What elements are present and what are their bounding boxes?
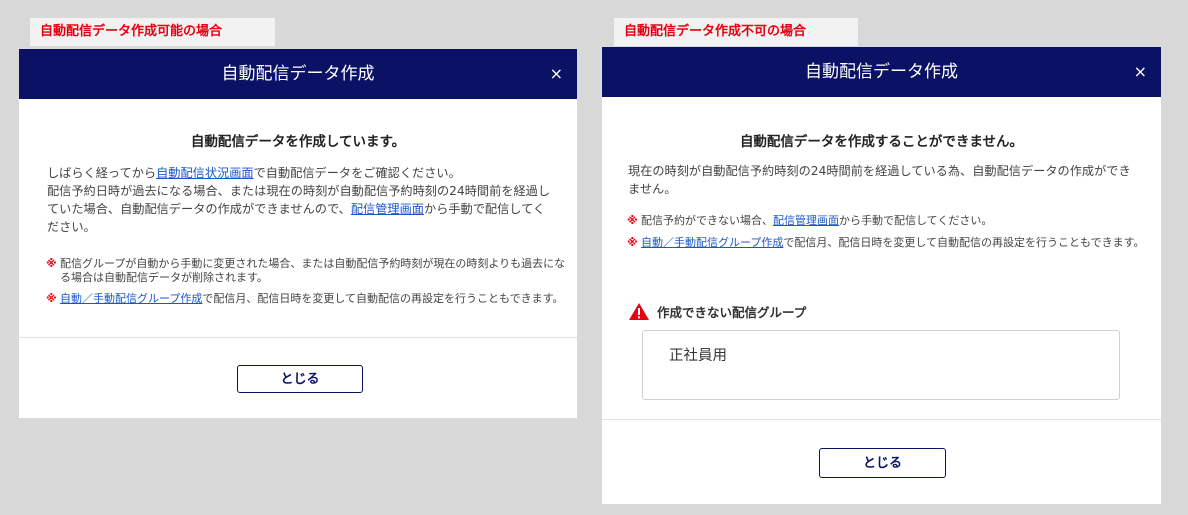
note-text: から手動で配信してください。 [839,214,993,227]
note-text: 配信グループが自動から手動に変更された場合、または自動配信予約時刻が現在の時刻よ… [60,257,566,284]
message-paragraph: 現在の時刻が自動配信予約時刻の24時間前を経過している為、自動配信データの作成が… [628,164,1131,196]
dialog-heading: 自動配信データを作成することができません。 [739,134,1024,150]
text: で自動配信データをご確認ください。 [253,166,461,180]
group-list-box: 正社員用 [642,330,1120,400]
status-screen-link[interactable]: 自動配信状況画面 [156,166,254,180]
message-paragraph: しばらく経ってから自動配信状況画面で自動配信データをご確認ください。 配信予約日… [47,164,553,236]
note-mark: ※ [46,257,57,270]
divider [602,419,1161,420]
note-mark: ※ [627,214,638,227]
note-item: ※ 自動／手動配信グループ作成で配信月、配信日時を変更して自動配信の再設定を行う… [46,292,567,306]
note-text: 配信予約ができない場合、 [641,214,773,227]
note-item: ※ 配信グループが自動から手動に変更された場合、または自動配信予約時刻が現在の時… [46,257,567,285]
note-text: で配信月、配信日時を変更して自動配信の再設定を行うこともできます。 [202,292,564,305]
close-icon[interactable]: × [1134,47,1147,97]
dialog-possible: 自動配信データ作成 × 自動配信データを作成しています。 しばらく経ってから自動… [19,49,577,418]
dialog-heading: 自動配信データを作成しています。 [190,134,406,150]
note-mark: ※ [46,292,57,305]
warning-icon [629,303,649,320]
text: しばらく経ってから [47,166,157,180]
delivery-management-link[interactable]: 配信管理画面 [351,202,424,216]
note-text: で配信月、配信日時を変更して自動配信の再設定を行うこともできます。 [783,236,1145,249]
close-button[interactable]: とじる [237,365,363,393]
dialog-title: 自動配信データ作成 [805,62,958,82]
note-item: ※ 配信予約ができない場合、配信管理画面から手動で配信してください。 [627,214,1151,228]
case-tag-impossible: 自動配信データ作成不可の場合 [614,18,858,46]
dialog-impossible: 自動配信データ作成 × 自動配信データを作成することができません。 現在の時刻が… [602,47,1161,504]
close-icon[interactable]: × [550,49,563,99]
group-creation-link[interactable]: 自動／手動配信グループ作成 [641,236,783,249]
dialog-title: 自動配信データ作成 [221,64,375,84]
dialog-header: 自動配信データ作成 × [19,49,577,99]
note-mark: ※ [627,236,638,249]
divider [19,337,577,338]
close-button[interactable]: とじる [819,448,946,478]
warning-label: 作成できない配信グループ [629,302,806,321]
warning-text: 作成できない配信グループ [657,305,807,320]
delivery-management-link[interactable]: 配信管理画面 [773,214,839,227]
dialog-header: 自動配信データ作成 × [602,47,1161,97]
group-creation-link[interactable]: 自動／手動配信グループ作成 [60,292,202,305]
case-tag-possible: 自動配信データ作成可能の場合 [30,18,275,46]
note-item: ※ 自動／手動配信グループ作成で配信月、配信日時を変更して自動配信の再設定を行う… [627,236,1151,250]
group-name: 正社員用 [669,348,727,364]
